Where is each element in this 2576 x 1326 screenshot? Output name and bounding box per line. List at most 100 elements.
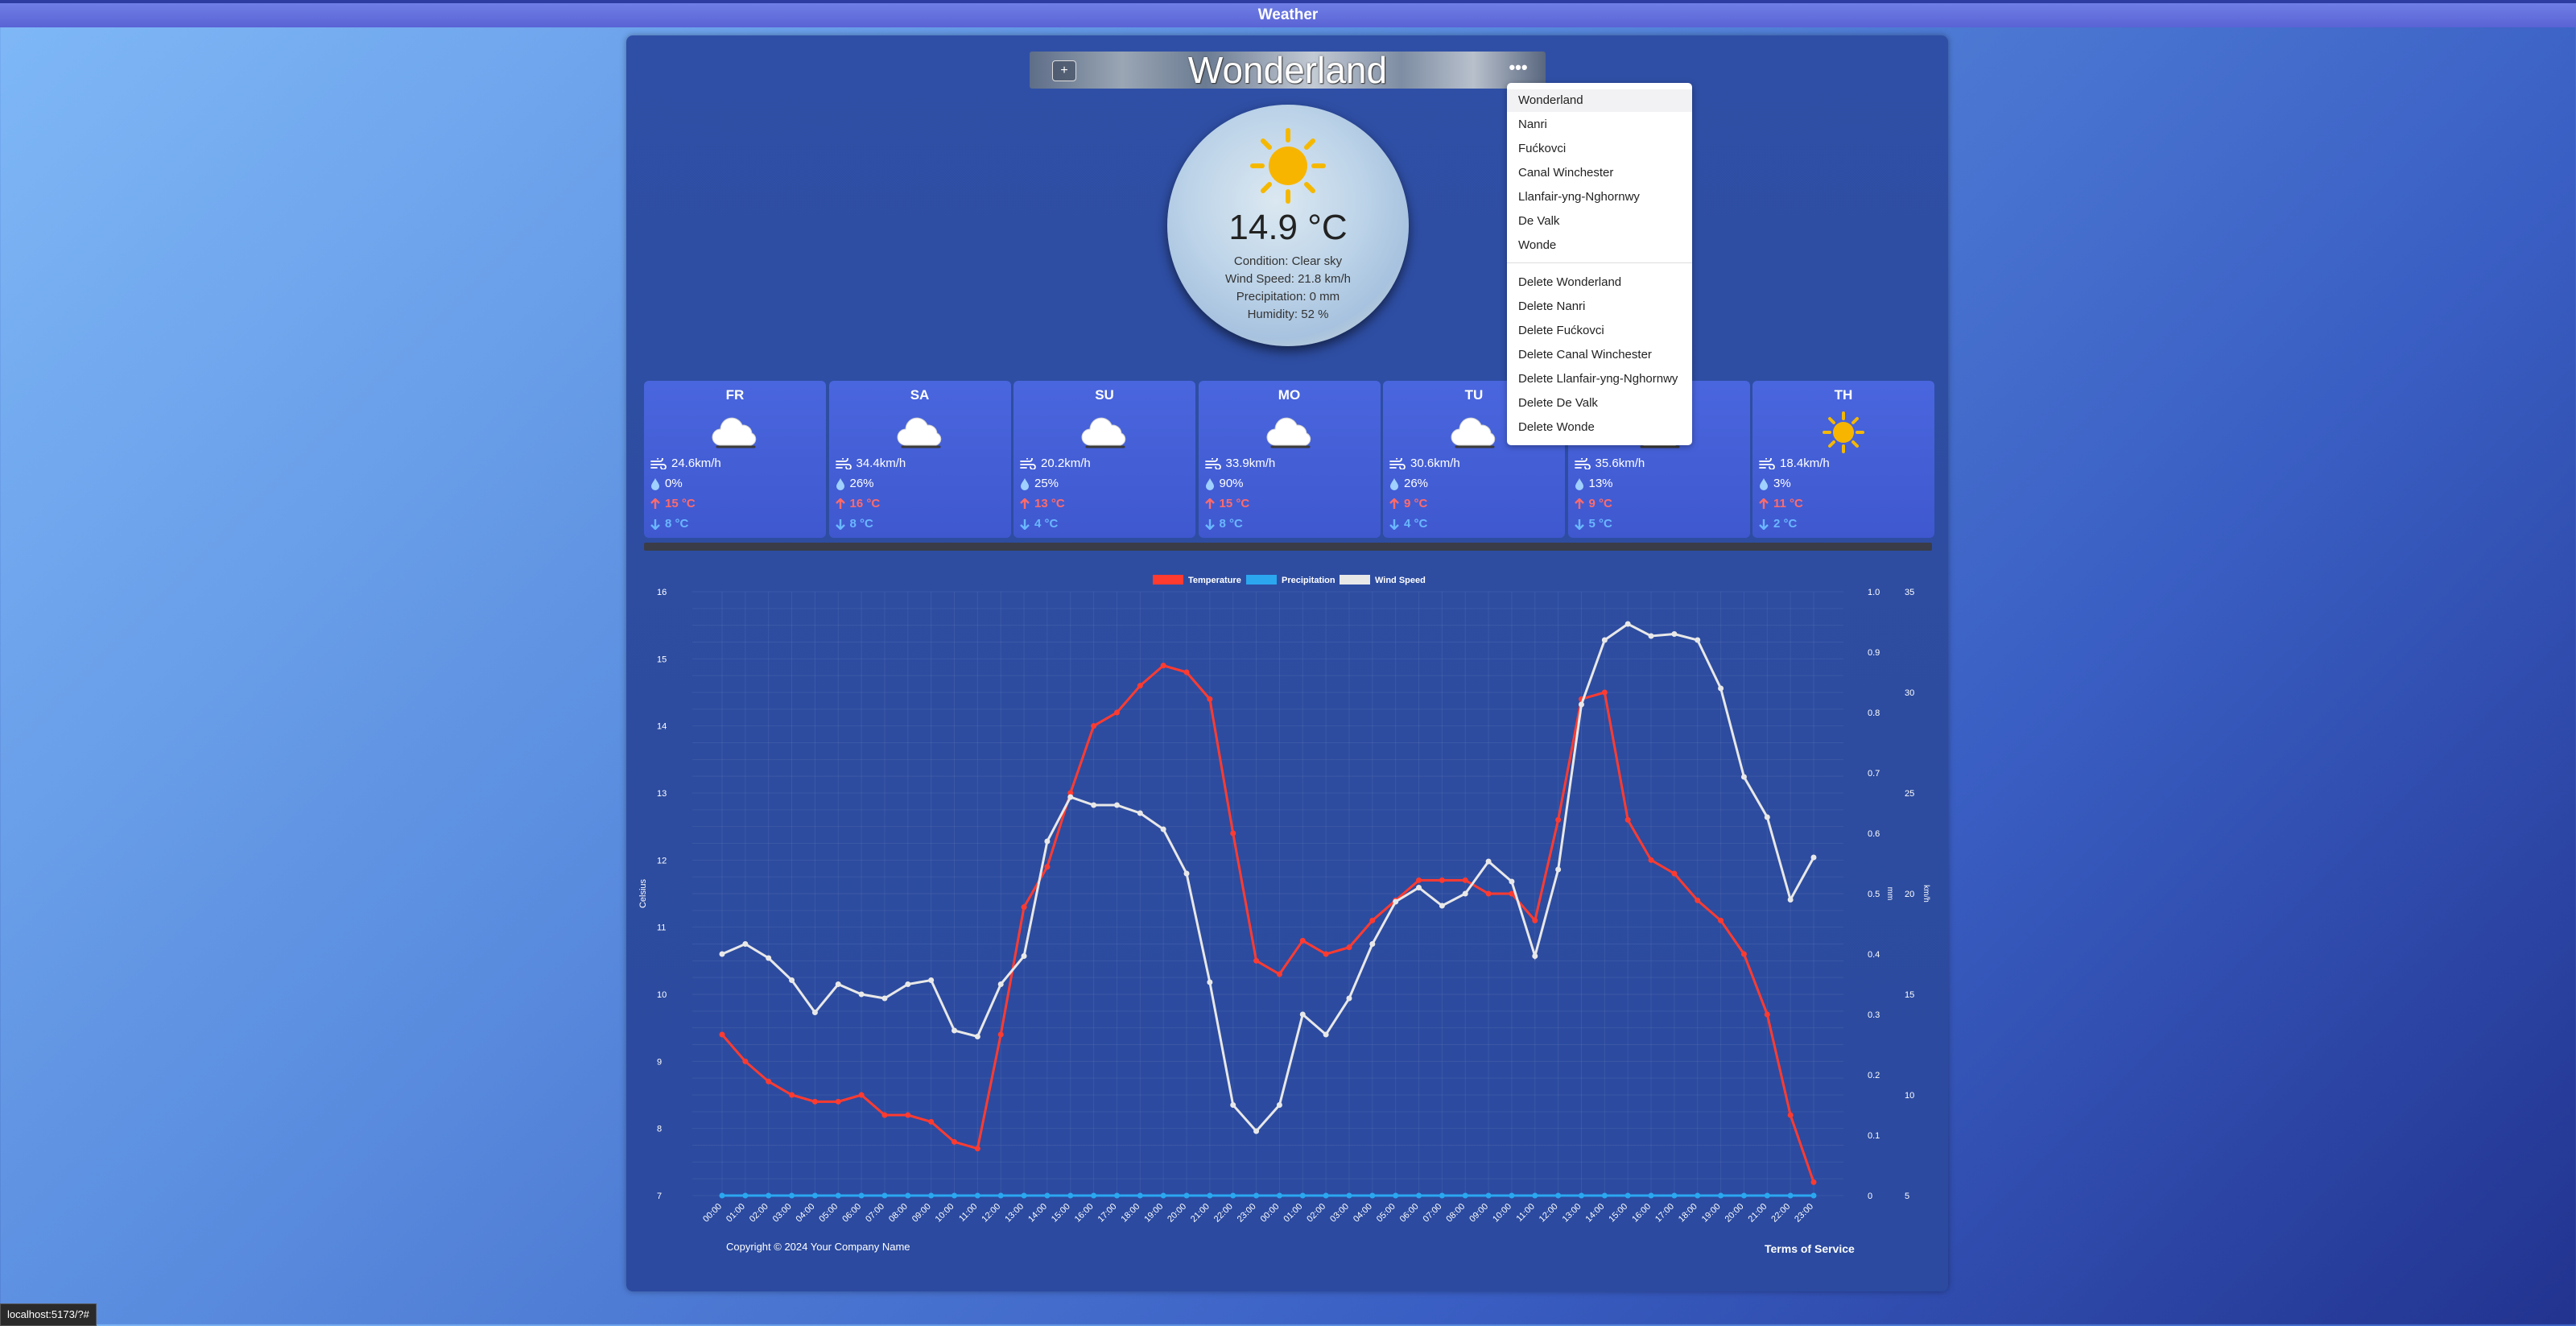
wind-speed-point	[1113, 802, 1120, 808]
menu-item-delete[interactable]: Delete De Valk	[1507, 392, 1692, 415]
arrow-down-icon	[1020, 519, 1030, 531]
copyright-text: Copyright © 2024 Your Company Name	[726, 1241, 910, 1253]
menu-item-location[interactable]: De Valk	[1507, 210, 1692, 233]
x-tick-label: 21:00	[1746, 1202, 1769, 1225]
forecast-low: 8 °C	[835, 515, 873, 533]
menu-item-delete[interactable]: Delete Llanfair-yng-Nghornwy	[1507, 368, 1692, 390]
menu-item-location[interactable]: Llanfair-yng-Nghornwy	[1507, 186, 1692, 209]
menu-item-location[interactable]: Fućkovci	[1507, 138, 1692, 160]
current-condition: Condition: Clear sky	[1233, 254, 1343, 268]
menu-item-location[interactable]: Wonde	[1507, 234, 1692, 257]
temperature-point	[1253, 957, 1260, 964]
menu-item-delete[interactable]: Delete Canal Winchester	[1507, 344, 1692, 366]
forecast-wind: 34.4km/h	[835, 455, 906, 473]
more-options-button[interactable]: •••	[1506, 58, 1530, 82]
y-tick-kmh: 35	[1905, 588, 1914, 597]
wind-speed-point	[766, 955, 772, 961]
y-tick-mm: 0.5	[1868, 890, 1880, 899]
x-tick-label: 18:00	[1119, 1202, 1141, 1225]
wind-speed-point	[1555, 866, 1562, 873]
current-temperature: 14.9 °C	[1228, 208, 1348, 247]
menu-item-delete[interactable]: Delete Nanri	[1507, 295, 1692, 318]
x-tick-label: 15:00	[1607, 1202, 1629, 1225]
x-tick-label: 20:00	[1166, 1202, 1188, 1225]
legend-label[interactable]: Precipitation	[1282, 576, 1335, 585]
legend-swatch[interactable]	[1153, 575, 1183, 585]
x-tick-label: 16:00	[1073, 1202, 1096, 1225]
forecast-wind: 33.9km/h	[1204, 455, 1275, 473]
x-tick-label: 12:00	[1538, 1202, 1560, 1225]
precipitation-point	[1230, 1192, 1236, 1199]
temperature-point	[1671, 870, 1678, 877]
menu-item-delete[interactable]: Delete Wonderland	[1507, 271, 1692, 294]
temperature-point	[1323, 951, 1329, 957]
x-tick-label: 14:00	[1026, 1202, 1049, 1225]
temperature-point	[1532, 917, 1538, 923]
x-tick-label: 19:00	[1700, 1202, 1723, 1225]
y-tick-kmh: 15	[1905, 990, 1914, 1000]
forecast-precip: 0%	[650, 475, 683, 493]
forecast-day-card[interactable]: TH 18.4km/h 3% 11 °C 2 °C	[1752, 381, 1934, 538]
wind-speed-point	[1764, 814, 1770, 820]
forecast-day-card[interactable]: FR 24.6km/h 0% 15 °C 8 °C	[644, 381, 826, 538]
temperature-point	[1439, 877, 1445, 883]
forecast-high: 9 °C	[1574, 495, 1612, 513]
temperature-point	[1601, 689, 1608, 696]
x-tick-label: 08:00	[887, 1202, 910, 1225]
x-tick-label: 06:00	[1398, 1202, 1421, 1225]
precipitation-point	[1601, 1192, 1608, 1199]
x-tick-label: 09:00	[1468, 1202, 1490, 1225]
forecast-high: 16 °C	[835, 495, 880, 513]
menu-item-location[interactable]: Nanri	[1507, 114, 1692, 136]
temperature-point	[952, 1138, 958, 1145]
x-tick-label: 14:00	[1584, 1202, 1607, 1225]
x-tick-label: 05:00	[817, 1202, 840, 1225]
x-tick-label: 06:00	[840, 1202, 863, 1225]
legend-swatch[interactable]	[1246, 575, 1277, 585]
arrow-down-icon	[650, 519, 660, 531]
y-tick-mm: 0	[1868, 1192, 1872, 1201]
y-tick-celsius: 11	[657, 923, 666, 933]
y-tick-celsius: 13	[657, 789, 667, 799]
wind-speed-point	[1578, 701, 1584, 708]
legend-label[interactable]: Wind Speed	[1375, 576, 1426, 585]
forecast-precip: 26%	[836, 475, 874, 493]
wind-icon	[1020, 456, 1036, 470]
forecast-wind: 18.4km/h	[1759, 455, 1830, 473]
terms-link[interactable]: Terms of Service	[1765, 1242, 1855, 1255]
arrow-down-icon	[1389, 519, 1399, 531]
y-tick-mm: 0.4	[1868, 950, 1880, 960]
forecast-day-card[interactable]: SA 34.4km/h 26% 16 °C 8 °C	[828, 381, 1011, 538]
add-location-button[interactable]: +	[1052, 60, 1076, 81]
menu-item-location[interactable]: Canal Winchester	[1507, 162, 1692, 184]
wind-speed-point	[858, 991, 865, 998]
menu-item-location[interactable]: Wonderland	[1507, 89, 1692, 112]
temperature-point	[1462, 877, 1468, 883]
precipitation-point	[1021, 1192, 1027, 1199]
precipitation-point	[1276, 1192, 1282, 1199]
wind-icon	[1574, 456, 1591, 470]
x-tick-label: 07:00	[864, 1202, 886, 1225]
y-tick-mm: 0.6	[1868, 829, 1880, 839]
temperature-point	[1787, 1112, 1794, 1118]
droplet-icon	[651, 478, 659, 491]
precipitation-point	[1346, 1192, 1352, 1199]
precipitation-point	[1183, 1192, 1190, 1199]
y-tick-celsius: 8	[657, 1125, 662, 1134]
menu-item-delete[interactable]: Delete Wonde	[1507, 416, 1692, 439]
wind-speed-point	[1509, 878, 1515, 885]
arrow-up-icon	[835, 498, 845, 510]
temperature-point	[974, 1146, 980, 1152]
forecast-day-card[interactable]: MO 33.9km/h 90% 15 °C 8 °C	[1198, 381, 1381, 538]
wind-speed-point	[1624, 621, 1631, 627]
wind-speed-point	[1740, 774, 1747, 780]
legend-label[interactable]: Temperature	[1188, 576, 1241, 585]
legend-swatch[interactable]	[1340, 575, 1370, 585]
precipitation-point	[1624, 1192, 1631, 1199]
temperature-point	[1624, 816, 1631, 823]
y-tick-celsius: 16	[657, 588, 667, 597]
forecast-scrollbar[interactable]	[644, 543, 1932, 551]
forecast-day-card[interactable]: SU 20.2km/h 25% 13 °C 4 °C	[1013, 381, 1195, 538]
menu-item-delete[interactable]: Delete Fućkovci	[1507, 320, 1692, 342]
x-tick-label: 17:00	[1653, 1202, 1676, 1225]
